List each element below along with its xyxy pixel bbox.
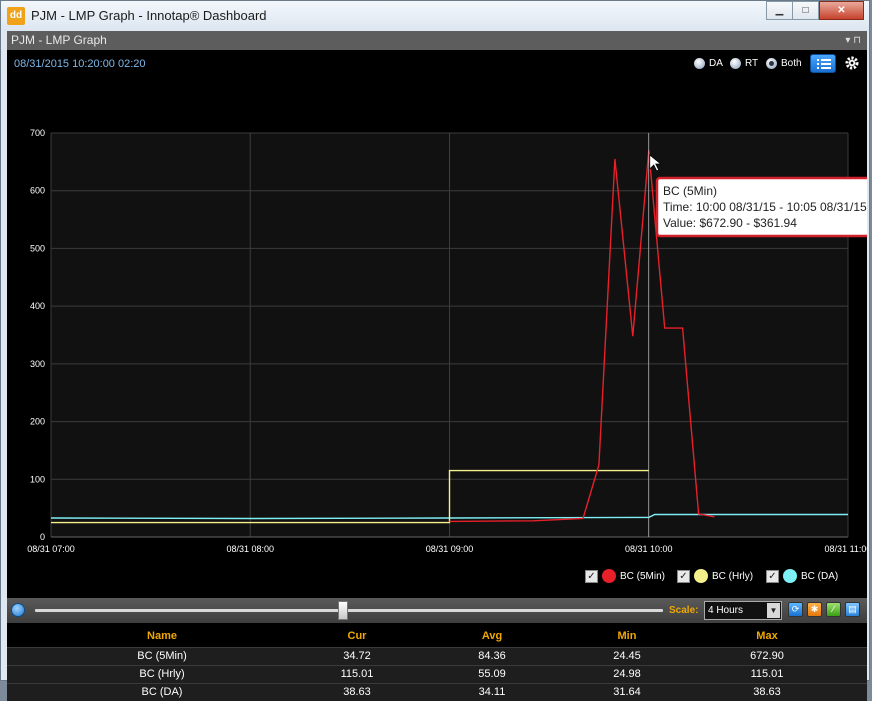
legend-da-checkbox[interactable]: ✓ [766, 569, 779, 583]
cell-avg: 84.36 [478, 650, 506, 662]
y-tick-label: 500 [30, 243, 45, 253]
legend-hrly[interactable]: ✓ BC (Hrly) [677, 568, 753, 584]
dashboard-app-icon: dd [7, 7, 25, 25]
tooltip-series: BC (5Min) [663, 184, 717, 198]
col-cur[interactable]: Cur [317, 626, 397, 647]
table-row[interactable]: BC (DA) 38.63 34.11 31.64 38.63 [7, 683, 867, 701]
cell-max: 38.63 [753, 686, 781, 698]
timeline-slider-thumb[interactable] [337, 601, 348, 620]
app-window: dd PJM - LMP Graph - Innotap® Dashboard … [0, 0, 870, 701]
scale-label: Scale: [669, 605, 699, 616]
settings-orange-icon[interactable]: ✱ [807, 602, 822, 617]
table-row[interactable]: BC (5Min) 34.72 84.36 24.45 672.90 [7, 647, 867, 665]
cell-cur: 115.01 [340, 668, 374, 680]
scale-dropdown[interactable]: 4 Hours ▼ [704, 601, 782, 620]
refresh-icon[interactable]: ⟳ [788, 602, 803, 617]
legend-hrly-checkbox[interactable]: ✓ [677, 569, 690, 583]
cell-name: BC (5Min) [137, 650, 187, 662]
radio-rt-dot[interactable] [730, 58, 741, 69]
radio-both-label: Both [781, 58, 802, 69]
radio-da-label: DA [709, 58, 723, 69]
panel-header: PJM - LMP Graph ▾ ⊓ [7, 31, 867, 50]
col-name[interactable]: Name [7, 626, 317, 647]
lmp-line-chart[interactable]: 0100200300400500600700 08/31 07:00 08/31 … [7, 83, 867, 567]
col-max[interactable]: Max [667, 626, 867, 647]
chart-green-icon[interactable]: ⁄ [826, 602, 841, 617]
cell-name: BC (Hrly) [139, 668, 185, 680]
y-tick-label: 700 [30, 128, 45, 138]
cell-min: 24.45 [613, 650, 641, 662]
x-tick-label: 08/31 11:00 [825, 544, 867, 554]
table-row[interactable]: BC (Hrly) 115.01 55.09 24.98 115.01 [7, 665, 867, 683]
y-tick-label: 600 [30, 186, 45, 196]
panel-title: PJM - LMP Graph [11, 33, 107, 47]
x-axis: 08/31 07:00 08/31 08:00 08/31 09:00 08/31 1… [27, 536, 867, 554]
cell-avg: 55.09 [478, 668, 506, 680]
y-tick-label: 300 [30, 359, 45, 369]
legend-5min[interactable]: ✓ BC (5Min) [585, 568, 665, 584]
legend-da-label: BC (DA) [801, 570, 839, 582]
x-tick-label: 08/31 08:00 [226, 544, 274, 554]
y-axis: 0 100 200 300 400 500 600 700 [30, 128, 45, 542]
timestamp-display: 08/31/2015 10:20:00 02:20 [14, 58, 146, 70]
window-title: PJM - LMP Graph - Innotap® Dashboard [31, 8, 267, 23]
radio-both[interactable]: Both [766, 58, 802, 69]
legend-5min-checkbox[interactable]: ✓ [585, 569, 598, 583]
tooltip-value: Value: $672.90 - $361.94 [663, 216, 797, 230]
timeline-slider-track[interactable] [35, 609, 663, 612]
cell-name: BC (DA) [141, 686, 183, 698]
cell-cur: 38.63 [343, 686, 371, 698]
cell-avg: 34.11 [478, 686, 506, 698]
cell-min: 24.98 [613, 668, 641, 680]
radio-da[interactable]: DA [694, 58, 723, 69]
list-view-button[interactable] [810, 54, 836, 73]
x-tick-label: 08/31 07:00 [27, 544, 75, 554]
title-bar[interactable]: dd PJM - LMP Graph - Innotap® Dashboard … [1, 1, 869, 31]
radio-both-dot[interactable] [766, 58, 777, 69]
stats-table: Name Cur Avg Min Max BC (5Min) 34.72 84.… [7, 626, 867, 701]
legend-hrly-swatch [694, 569, 708, 583]
timeline-control-bar: Scale: 4 Hours ▼ ⟳ ✱ ⁄ ▤ [7, 598, 867, 623]
value-tooltip: BC (5Min) Time: 10:00 08/31/15 - 10:05 0… [655, 176, 867, 238]
scale-dropdown-value: 4 Hours [708, 605, 744, 616]
y-tick-label: 0 [40, 532, 45, 542]
legend-hrly-label: BC (Hrly) [712, 570, 754, 582]
radio-rt-label: RT [745, 58, 759, 69]
col-avg[interactable]: Avg [397, 626, 587, 647]
save-icon[interactable]: ▤ [845, 602, 860, 617]
cell-max: 115.01 [750, 668, 784, 680]
play-arrow-icon[interactable] [11, 603, 25, 617]
y-tick-label: 400 [30, 301, 45, 311]
legend-5min-label: BC (5Min) [620, 570, 666, 582]
info-bar: 08/31/2015 10:20:00 02:20 DA RT Both [7, 51, 867, 83]
cell-min: 31.64 [613, 686, 641, 698]
chevron-down-icon[interactable]: ▼ [767, 603, 780, 618]
legend-da-swatch [783, 569, 797, 583]
y-tick-label: 200 [30, 417, 45, 427]
gear-icon[interactable] [844, 55, 860, 71]
list-icon [817, 59, 831, 69]
cell-cur: 34.72 [343, 650, 371, 662]
col-min[interactable]: Min [587, 626, 667, 647]
legend-5min-swatch [602, 569, 616, 583]
cell-max: 672.90 [750, 650, 784, 662]
radio-da-dot[interactable] [694, 58, 705, 69]
tooltip-time: Time: 10:00 08/31/15 - 10:05 08/31/15 [663, 200, 867, 214]
pin-icon[interactable]: ▾ ⊓ [845, 31, 861, 50]
minimize-button[interactable]: ▁ [766, 1, 793, 20]
legend-da[interactable]: ✓ BC (DA) [766, 568, 838, 584]
radio-rt[interactable]: RT [730, 58, 758, 69]
close-button[interactable]: ✕ [819, 1, 864, 20]
table-header: Name Cur Avg Min Max [7, 626, 867, 647]
x-tick-label: 08/31 10:00 [625, 544, 673, 554]
x-tick-label: 08/31 09:00 [426, 544, 474, 554]
y-tick-label: 100 [30, 474, 45, 484]
lmp-graph-panel: PJM - LMP Graph ▾ ⊓ 08/31/2015 10:20:00 … [7, 31, 867, 701]
maximize-button[interactable]: □ [792, 1, 819, 20]
